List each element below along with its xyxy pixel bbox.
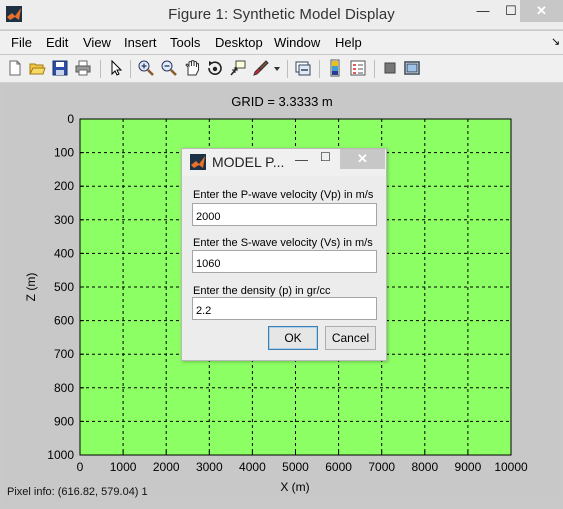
toolbar-separator bbox=[319, 60, 320, 78]
y-tick-label: 300 bbox=[54, 213, 74, 227]
matlab-logo-icon bbox=[190, 154, 206, 170]
plot-title: GRID = 3.3333 m bbox=[231, 94, 333, 109]
toolbar-separator bbox=[374, 60, 375, 78]
new-figure-icon[interactable] bbox=[6, 59, 24, 77]
menu-tools[interactable]: Tools bbox=[170, 35, 200, 50]
dialog-close-button[interactable]: ✕ bbox=[340, 149, 385, 169]
x-tick-label: 10000 bbox=[494, 460, 528, 474]
menu-help[interactable]: Help bbox=[335, 35, 362, 50]
vs-input[interactable] bbox=[192, 250, 377, 273]
menu-bar: File Edit View Insert Tools Desktop Wind… bbox=[0, 31, 563, 54]
legend-icon[interactable] bbox=[349, 59, 367, 77]
x-tick-label: 8000 bbox=[411, 460, 438, 474]
x-tick-label: 7000 bbox=[368, 460, 395, 474]
y-tick-label: 400 bbox=[54, 246, 74, 260]
cancel-button[interactable]: Cancel bbox=[325, 326, 376, 350]
y-tick-label: 500 bbox=[54, 280, 74, 294]
colorbar-icon[interactable] bbox=[326, 59, 344, 77]
data-cursor-icon[interactable] bbox=[229, 59, 247, 77]
y-tick-label: 100 bbox=[54, 146, 74, 160]
density-label: Enter the density (p) in gr/cc bbox=[193, 285, 331, 297]
open-file-icon[interactable] bbox=[28, 59, 46, 77]
dialog-minimize-button[interactable]: — bbox=[295, 152, 308, 167]
menu-window[interactable]: Window bbox=[274, 35, 320, 50]
y-tick-label: 700 bbox=[54, 347, 74, 361]
x-tick-label: 0 bbox=[77, 460, 84, 474]
figure-toolbar bbox=[0, 55, 563, 83]
pan-icon[interactable] bbox=[183, 59, 201, 77]
save-icon[interactable] bbox=[51, 59, 69, 77]
menu-file[interactable]: File bbox=[11, 35, 32, 50]
vs-label: Enter the S-wave velocity (Vs) in m/s bbox=[193, 237, 373, 249]
y-tick-label: 900 bbox=[54, 414, 74, 428]
x-tick-label: 4000 bbox=[239, 460, 266, 474]
ok-button[interactable]: OK bbox=[268, 326, 318, 350]
toolbar-separator bbox=[287, 60, 288, 78]
menu-edit[interactable]: Edit bbox=[46, 35, 68, 50]
toolbar-separator bbox=[130, 60, 131, 78]
y-axis: 0 100 200 300 400 500 600 700 800 900 1000 bbox=[47, 112, 84, 462]
hide-plot-tools-icon[interactable] bbox=[381, 59, 399, 77]
y-axis-label: Z (m) bbox=[24, 273, 38, 302]
y-tick-label: 800 bbox=[54, 381, 74, 395]
link-plot-icon[interactable] bbox=[294, 59, 312, 77]
print-icon[interactable] bbox=[74, 59, 92, 77]
model-parameters-dialog: MODEL P... — ☐ ✕ Enter the P-wave veloci… bbox=[181, 148, 387, 361]
y-tick-label: 0 bbox=[67, 112, 74, 126]
y-tick-label: 200 bbox=[54, 179, 74, 193]
x-tick-label: 3000 bbox=[196, 460, 223, 474]
window-titlebar: Figure 1: Synthetic Model Display — ☐ ✕ bbox=[0, 0, 563, 30]
zoom-in-icon[interactable] bbox=[137, 59, 155, 77]
density-input[interactable] bbox=[192, 297, 377, 320]
vp-input[interactable] bbox=[192, 203, 377, 226]
close-button[interactable]: ✕ bbox=[520, 0, 563, 22]
x-tick-label: 5000 bbox=[282, 460, 309, 474]
menu-desktop[interactable]: Desktop bbox=[215, 35, 263, 50]
dialog-maximize-button[interactable]: ☐ bbox=[320, 150, 331, 164]
zoom-out-icon[interactable] bbox=[160, 59, 178, 77]
x-axis-label: X (m) bbox=[280, 480, 309, 494]
vp-label: Enter the P-wave velocity (Vp) in m/s bbox=[193, 189, 374, 201]
minimize-button[interactable]: — bbox=[470, 0, 496, 22]
x-tick-label: 1000 bbox=[110, 460, 137, 474]
y-tick-label: 600 bbox=[54, 314, 74, 328]
pixel-info: Pixel info: (616.82, 579.04) 1 bbox=[7, 486, 148, 498]
x-tick-label: 9000 bbox=[455, 460, 482, 474]
x-tick-label: 2000 bbox=[153, 460, 180, 474]
rotate-3d-icon[interactable] bbox=[206, 59, 224, 77]
pointer-icon[interactable] bbox=[107, 59, 125, 77]
dialog-title: MODEL P... bbox=[212, 154, 285, 170]
brush-dropdown-icon[interactable] bbox=[272, 59, 282, 77]
dialog-titlebar: MODEL P... — ☐ ✕ bbox=[182, 149, 386, 176]
show-plot-tools-icon[interactable] bbox=[403, 59, 421, 77]
y-tick-label: 1000 bbox=[47, 448, 74, 462]
brush-icon[interactable] bbox=[252, 59, 270, 77]
menu-insert[interactable]: Insert bbox=[124, 35, 157, 50]
toolbar-separator bbox=[100, 60, 101, 78]
menu-view[interactable]: View bbox=[83, 35, 111, 50]
x-tick-label: 6000 bbox=[325, 460, 352, 474]
undock-arrow-icon[interactable]: ↘ bbox=[551, 35, 560, 48]
